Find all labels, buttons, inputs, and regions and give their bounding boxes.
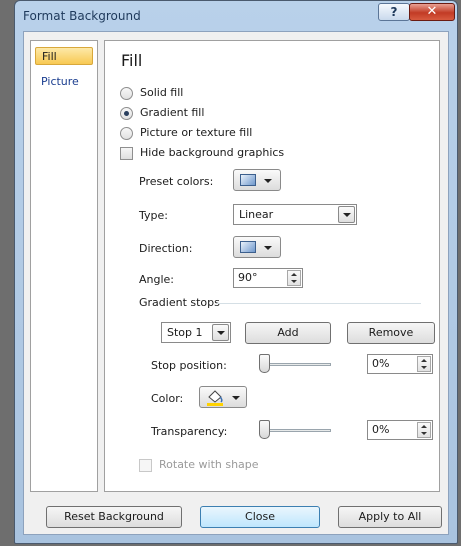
apply-to-all-button[interactable]: Apply to All <box>338 506 442 528</box>
chevron-down-icon <box>343 213 351 217</box>
transparency-slider-thumb[interactable] <box>259 420 270 439</box>
solid-fill-label: Solid fill <box>140 86 184 99</box>
nav-item-fill[interactable]: Fill <box>35 47 93 65</box>
transparency-label: Transparency: <box>151 425 228 438</box>
solid-fill-radio[interactable] <box>120 87 133 100</box>
stop-position-spinner[interactable]: 0% <box>367 354 433 374</box>
picture-fill-radio[interactable] <box>120 127 133 140</box>
angle-value: 90° <box>238 271 258 284</box>
direction-swatch-icon <box>240 241 256 253</box>
category-list: Fill Picture <box>30 40 98 492</box>
fill-panel: Fill Solid fill Gradient fill Picture or… <box>104 40 440 492</box>
direction-button[interactable] <box>233 236 281 258</box>
type-dropdown-button[interactable] <box>338 206 355 223</box>
transparency-value: 0% <box>372 423 390 436</box>
preset-colors-label: Preset colors: <box>139 175 214 188</box>
type-select[interactable]: Linear <box>233 204 357 225</box>
remove-stop-button[interactable]: Remove <box>347 322 435 344</box>
gradient-fill-radio[interactable] <box>120 107 133 120</box>
nav-item-picture[interactable]: Picture <box>35 73 93 91</box>
spin-up-icon <box>421 359 427 362</box>
picture-fill-label: Picture or texture fill <box>140 126 253 139</box>
dialog-client-area: Fill Picture Fill Solid fill Gradient fi… <box>23 31 449 535</box>
spin-down-icon <box>421 432 427 435</box>
angle-label: Angle: <box>139 273 175 286</box>
color-picker-button[interactable] <box>199 386 247 408</box>
stop-select[interactable]: Stop 1 <box>161 322 231 343</box>
gradient-fill-label: Gradient fill <box>140 106 205 119</box>
spin-up-icon <box>421 425 427 428</box>
transparency-spinner[interactable]: 0% <box>367 420 433 440</box>
gradient-stops-label: Gradient stops <box>139 296 220 309</box>
add-stop-button[interactable]: Add <box>245 322 331 344</box>
chevron-down-icon <box>232 396 240 400</box>
type-label: Type: <box>139 209 168 222</box>
paint-bucket-icon <box>207 390 223 406</box>
chevron-down-icon <box>264 179 272 183</box>
gradient-swatch-icon <box>240 174 256 186</box>
direction-label: Direction: <box>139 242 193 255</box>
help-button[interactable]: ? <box>378 3 410 21</box>
close-button[interactable]: Close <box>200 506 320 528</box>
dialog-title: Format Background <box>23 9 141 23</box>
spin-up-icon <box>291 273 297 276</box>
stop-value: Stop 1 <box>167 326 203 339</box>
angle-spinner[interactable]: 90° <box>233 268 303 288</box>
preset-colors-button[interactable] <box>233 169 281 191</box>
stop-dropdown-button[interactable] <box>212 324 229 341</box>
transparency-spin-buttons[interactable] <box>417 422 431 438</box>
rotate-with-shape-label: Rotate with shape <box>159 458 259 471</box>
stop-position-spin-buttons[interactable] <box>417 356 431 372</box>
color-label: Color: <box>151 392 184 405</box>
title-bar[interactable]: Format Background ? ✕ <box>15 1 457 31</box>
hide-graphics-label: Hide background graphics <box>140 146 285 159</box>
spin-down-icon <box>421 366 427 369</box>
type-value: Linear <box>239 208 274 221</box>
chevron-down-icon <box>264 246 272 250</box>
panel-heading: Fill <box>121 51 143 70</box>
chevron-down-icon <box>217 331 225 335</box>
rotate-with-shape-checkbox[interactable] <box>139 459 152 472</box>
hide-graphics-checkbox[interactable] <box>120 147 133 160</box>
stop-position-label: Stop position: <box>151 359 227 372</box>
reset-background-button[interactable]: Reset Background <box>46 506 182 528</box>
format-background-dialog: Format Background ? ✕ Fill Picture Fill … <box>14 0 458 544</box>
angle-spin-buttons[interactable] <box>287 270 301 286</box>
stop-position-slider-thumb[interactable] <box>259 354 270 373</box>
stop-position-value: 0% <box>372 357 390 370</box>
spin-down-icon <box>291 280 297 283</box>
group-divider <box>217 303 421 304</box>
close-window-button[interactable]: ✕ <box>409 3 455 21</box>
